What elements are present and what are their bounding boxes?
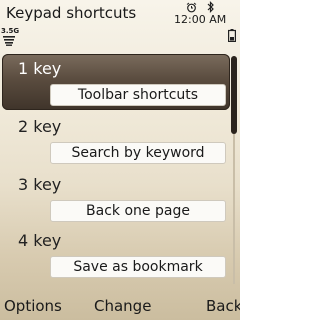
scrollbar[interactable] — [230, 56, 238, 284]
key-label: 1 key — [18, 59, 62, 78]
list-item-4-key[interactable]: 4 key Save as bookmark — [2, 226, 230, 282]
battery-icon — [228, 29, 236, 42]
key-label: 3 key — [18, 175, 62, 194]
value-field[interactable]: Back one page — [50, 200, 226, 222]
network-type-label: 3.5G — [1, 27, 20, 35]
title-bar: Keypad shortcuts 12:00 AM 3.5G — [0, 0, 240, 48]
options-softkey[interactable]: Options — [4, 296, 62, 316]
scroll-thumb[interactable] — [231, 56, 237, 134]
key-label: 4 key — [18, 231, 62, 250]
app-title: Keypad shortcuts — [6, 4, 137, 22]
softkey-bar: Options Change Back — [0, 294, 240, 320]
list-item-1-key[interactable]: 1 key Toolbar shortcuts — [2, 54, 230, 110]
key-label: 2 key — [18, 117, 62, 136]
back-softkey[interactable]: Back — [206, 296, 240, 316]
bluetooth-icon — [207, 1, 214, 13]
list-item-2-key[interactable]: 2 key Search by keyword — [2, 112, 230, 168]
value-field[interactable]: Save as bookmark — [50, 256, 226, 278]
alarm-icon — [186, 2, 197, 13]
value-field[interactable]: Toolbar shortcuts — [50, 84, 226, 106]
list-item-3-key[interactable]: 3 key Back one page — [2, 170, 230, 226]
change-softkey[interactable]: Change — [94, 296, 151, 316]
value-field[interactable]: Search by keyword — [50, 142, 226, 164]
screen: Keypad shortcuts 12:00 AM 3.5G 1 key Too… — [0, 0, 240, 320]
clock: 12:00 AM — [174, 13, 227, 26]
